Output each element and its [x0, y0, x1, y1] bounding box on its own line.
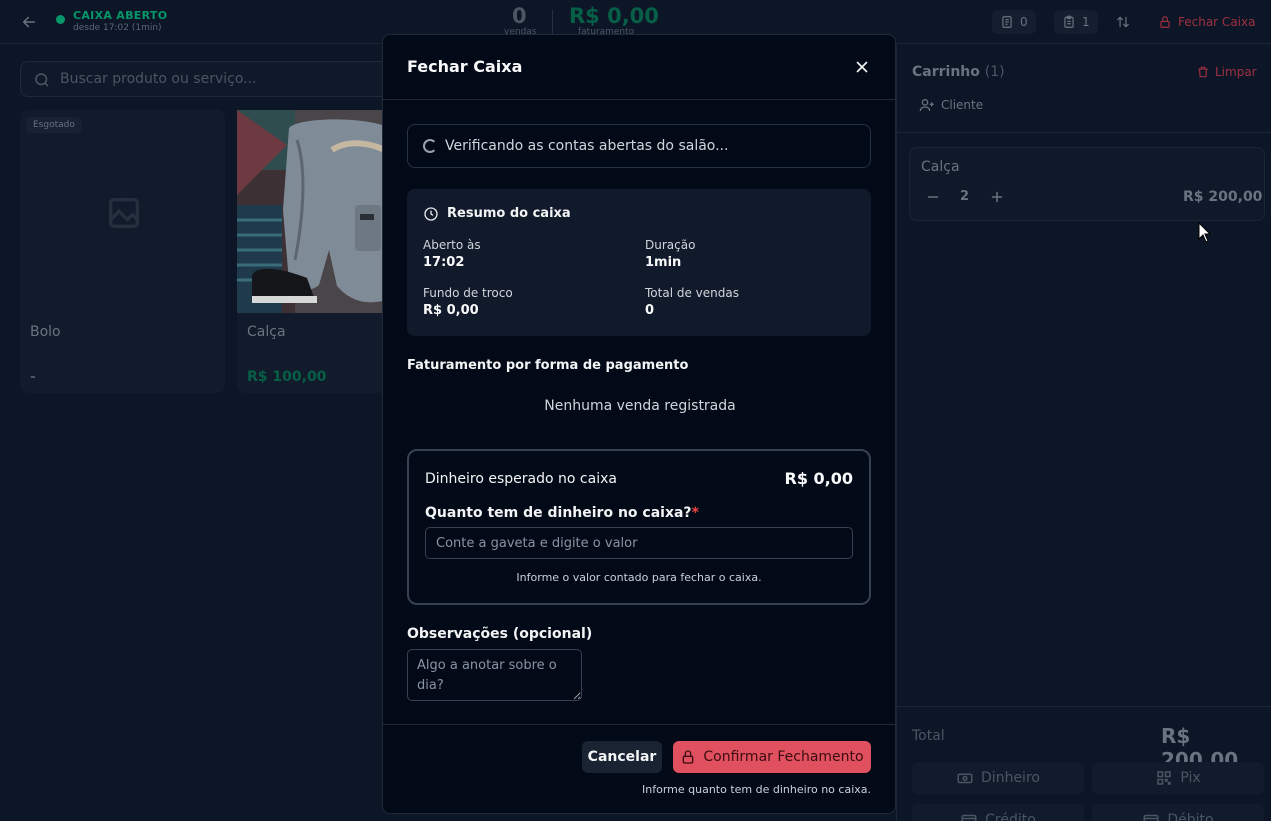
- cart-item-name: Calça: [921, 159, 960, 175]
- counted-cash-label: Quanto tem de dinheiro no caixa?*: [425, 505, 699, 521]
- opened-at-value: 17:02: [423, 255, 465, 270]
- clear-cart-label: Limpar: [1215, 65, 1257, 79]
- verifying-text: Verificando as contas abertas do salão..…: [445, 138, 729, 154]
- trash-icon: [1198, 66, 1208, 78]
- expected-cash-label: Dinheiro esperado no caixa: [425, 471, 617, 487]
- close-register-button[interactable]: Fechar Caixa: [1150, 10, 1263, 34]
- cart-footer-divider: [896, 706, 1271, 707]
- cart-title-text: Carrinho: [912, 64, 980, 80]
- total-sales-value: 0: [645, 303, 655, 318]
- cart-item: [909, 147, 1265, 221]
- pay-cash-label: Dinheiro: [981, 770, 1040, 786]
- no-sales-message: Nenhuma venda registrada: [544, 398, 736, 414]
- pay-debit-button[interactable]: Débito: [1092, 804, 1264, 821]
- revenue-by-payment-title: Faturamento por forma de pagamento: [407, 358, 689, 373]
- cancel-button[interactable]: Cancelar: [582, 741, 662, 773]
- product-price: R$ 100,00: [247, 369, 327, 385]
- register-since: desde 17:02 (1min): [73, 23, 162, 33]
- image-placeholder-icon: [109, 198, 139, 228]
- orders-count: 1: [1082, 15, 1090, 29]
- cart-divider: [896, 132, 1271, 133]
- pay-debit-label: Débito: [1167, 812, 1214, 821]
- cart-item-total: R$ 200,00: [1183, 189, 1263, 205]
- search-icon: [35, 73, 49, 87]
- product-search[interactable]: Buscar produto ou serviço...: [20, 61, 390, 97]
- duration-label: Duração: [645, 238, 696, 252]
- tables-button[interactable]: 0: [992, 10, 1036, 34]
- close-register-label: Fechar Caixa: [1178, 15, 1256, 29]
- receipt-icon: [1002, 16, 1012, 28]
- cash-count-section: Dinheiro esperado no caixa R$ 0,00 Quant…: [407, 449, 871, 605]
- counted-cash-help: Informe o valor contado para fechar o ca…: [516, 571, 762, 584]
- clock-icon: [424, 207, 438, 221]
- counted-cash-question: Quanto tem de dinheiro no caixa?: [425, 505, 692, 521]
- close-register-modal: Fechar Caixa Verificando as contas abert…: [382, 34, 896, 814]
- credit-card-icon: [961, 814, 977, 821]
- register-status: CAIXA ABERTO: [73, 9, 168, 22]
- orders-button[interactable]: 1: [1054, 10, 1098, 34]
- search-placeholder: Buscar produto ou serviço...: [60, 71, 257, 87]
- banknote-icon: [957, 773, 973, 784]
- counted-cash-input[interactable]: [425, 527, 853, 559]
- add-client-label: Cliente: [941, 98, 984, 112]
- pay-credit-label: Crédito: [985, 812, 1036, 821]
- cart-item-quantity: 2: [960, 189, 970, 204]
- modal-header-divider: [383, 99, 895, 100]
- product-name: Bolo: [30, 324, 61, 340]
- debit-card-icon: [1143, 814, 1159, 821]
- register-summary: Resumo do caixa Aberto às 17:02 Duração …: [407, 189, 871, 336]
- confirm-close-button[interactable]: Confirmar Fechamento: [673, 741, 871, 773]
- add-client-button[interactable]: Cliente: [919, 97, 983, 113]
- pay-cash-button[interactable]: Dinheiro: [912, 762, 1084, 794]
- arrows-up-down-icon: [1117, 16, 1129, 28]
- arrow-left-icon[interactable]: [20, 13, 38, 31]
- revenue-value: R$ 0,00: [569, 4, 659, 28]
- duration-value: 1min: [645, 255, 682, 270]
- stat-divider: [552, 10, 553, 34]
- status-indicator-dot: [56, 15, 65, 24]
- clipboard-icon: [1064, 15, 1074, 28]
- close-icon[interactable]: [853, 58, 871, 76]
- user-plus-icon: [919, 99, 934, 112]
- pay-credit-button[interactable]: Crédito: [912, 804, 1084, 821]
- cart-title: Carrinho (1): [912, 64, 1005, 80]
- modal-title: Fechar Caixa: [407, 57, 523, 76]
- product-name: Calça: [247, 324, 286, 340]
- cart-count: (1): [984, 64, 1005, 80]
- lock-icon: [683, 750, 694, 764]
- pay-pix-label: Pix: [1180, 770, 1201, 786]
- cart-total-label: Total: [912, 728, 945, 744]
- total-sales-label: Total de vendas: [645, 286, 739, 300]
- product-card-bolo[interactable]: [20, 110, 225, 393]
- mouse-cursor-icon: [1198, 222, 1212, 243]
- clear-cart-button[interactable]: Limpar: [1196, 65, 1257, 79]
- tables-count: 0: [1020, 15, 1028, 29]
- sales-count: 0: [512, 4, 527, 28]
- product-image-calca: [237, 110, 387, 313]
- pay-pix-button[interactable]: Pix: [1092, 762, 1264, 794]
- expected-cash-value: R$ 0,00: [784, 469, 854, 488]
- minus-icon[interactable]: [924, 188, 942, 206]
- notes-label: Observações (opcional): [407, 626, 593, 642]
- plus-icon[interactable]: [988, 188, 1006, 206]
- opened-at-label: Aberto às: [423, 238, 481, 252]
- confirm-close-label: Confirmar Fechamento: [703, 749, 864, 765]
- required-mark: *: [691, 505, 699, 521]
- footer-help-text: Informe quanto tem de dinheiro no caixa.: [642, 783, 871, 796]
- sort-button[interactable]: [1108, 10, 1138, 34]
- out-of-stock-badge: Esgotado: [26, 117, 82, 133]
- lock-icon: [1160, 16, 1170, 28]
- loading-spinner-icon: [423, 139, 437, 153]
- product-price: -: [30, 369, 36, 385]
- verifying-banner: Verificando as contas abertas do salão..…: [407, 124, 871, 168]
- change-fund-value: R$ 0,00: [423, 303, 479, 318]
- qr-code-icon: [1157, 771, 1172, 785]
- notes-textarea[interactable]: [407, 649, 582, 701]
- modal-footer-divider: [383, 724, 895, 725]
- summary-title: Resumo do caixa: [447, 206, 571, 221]
- change-fund-label: Fundo de troco: [423, 286, 513, 300]
